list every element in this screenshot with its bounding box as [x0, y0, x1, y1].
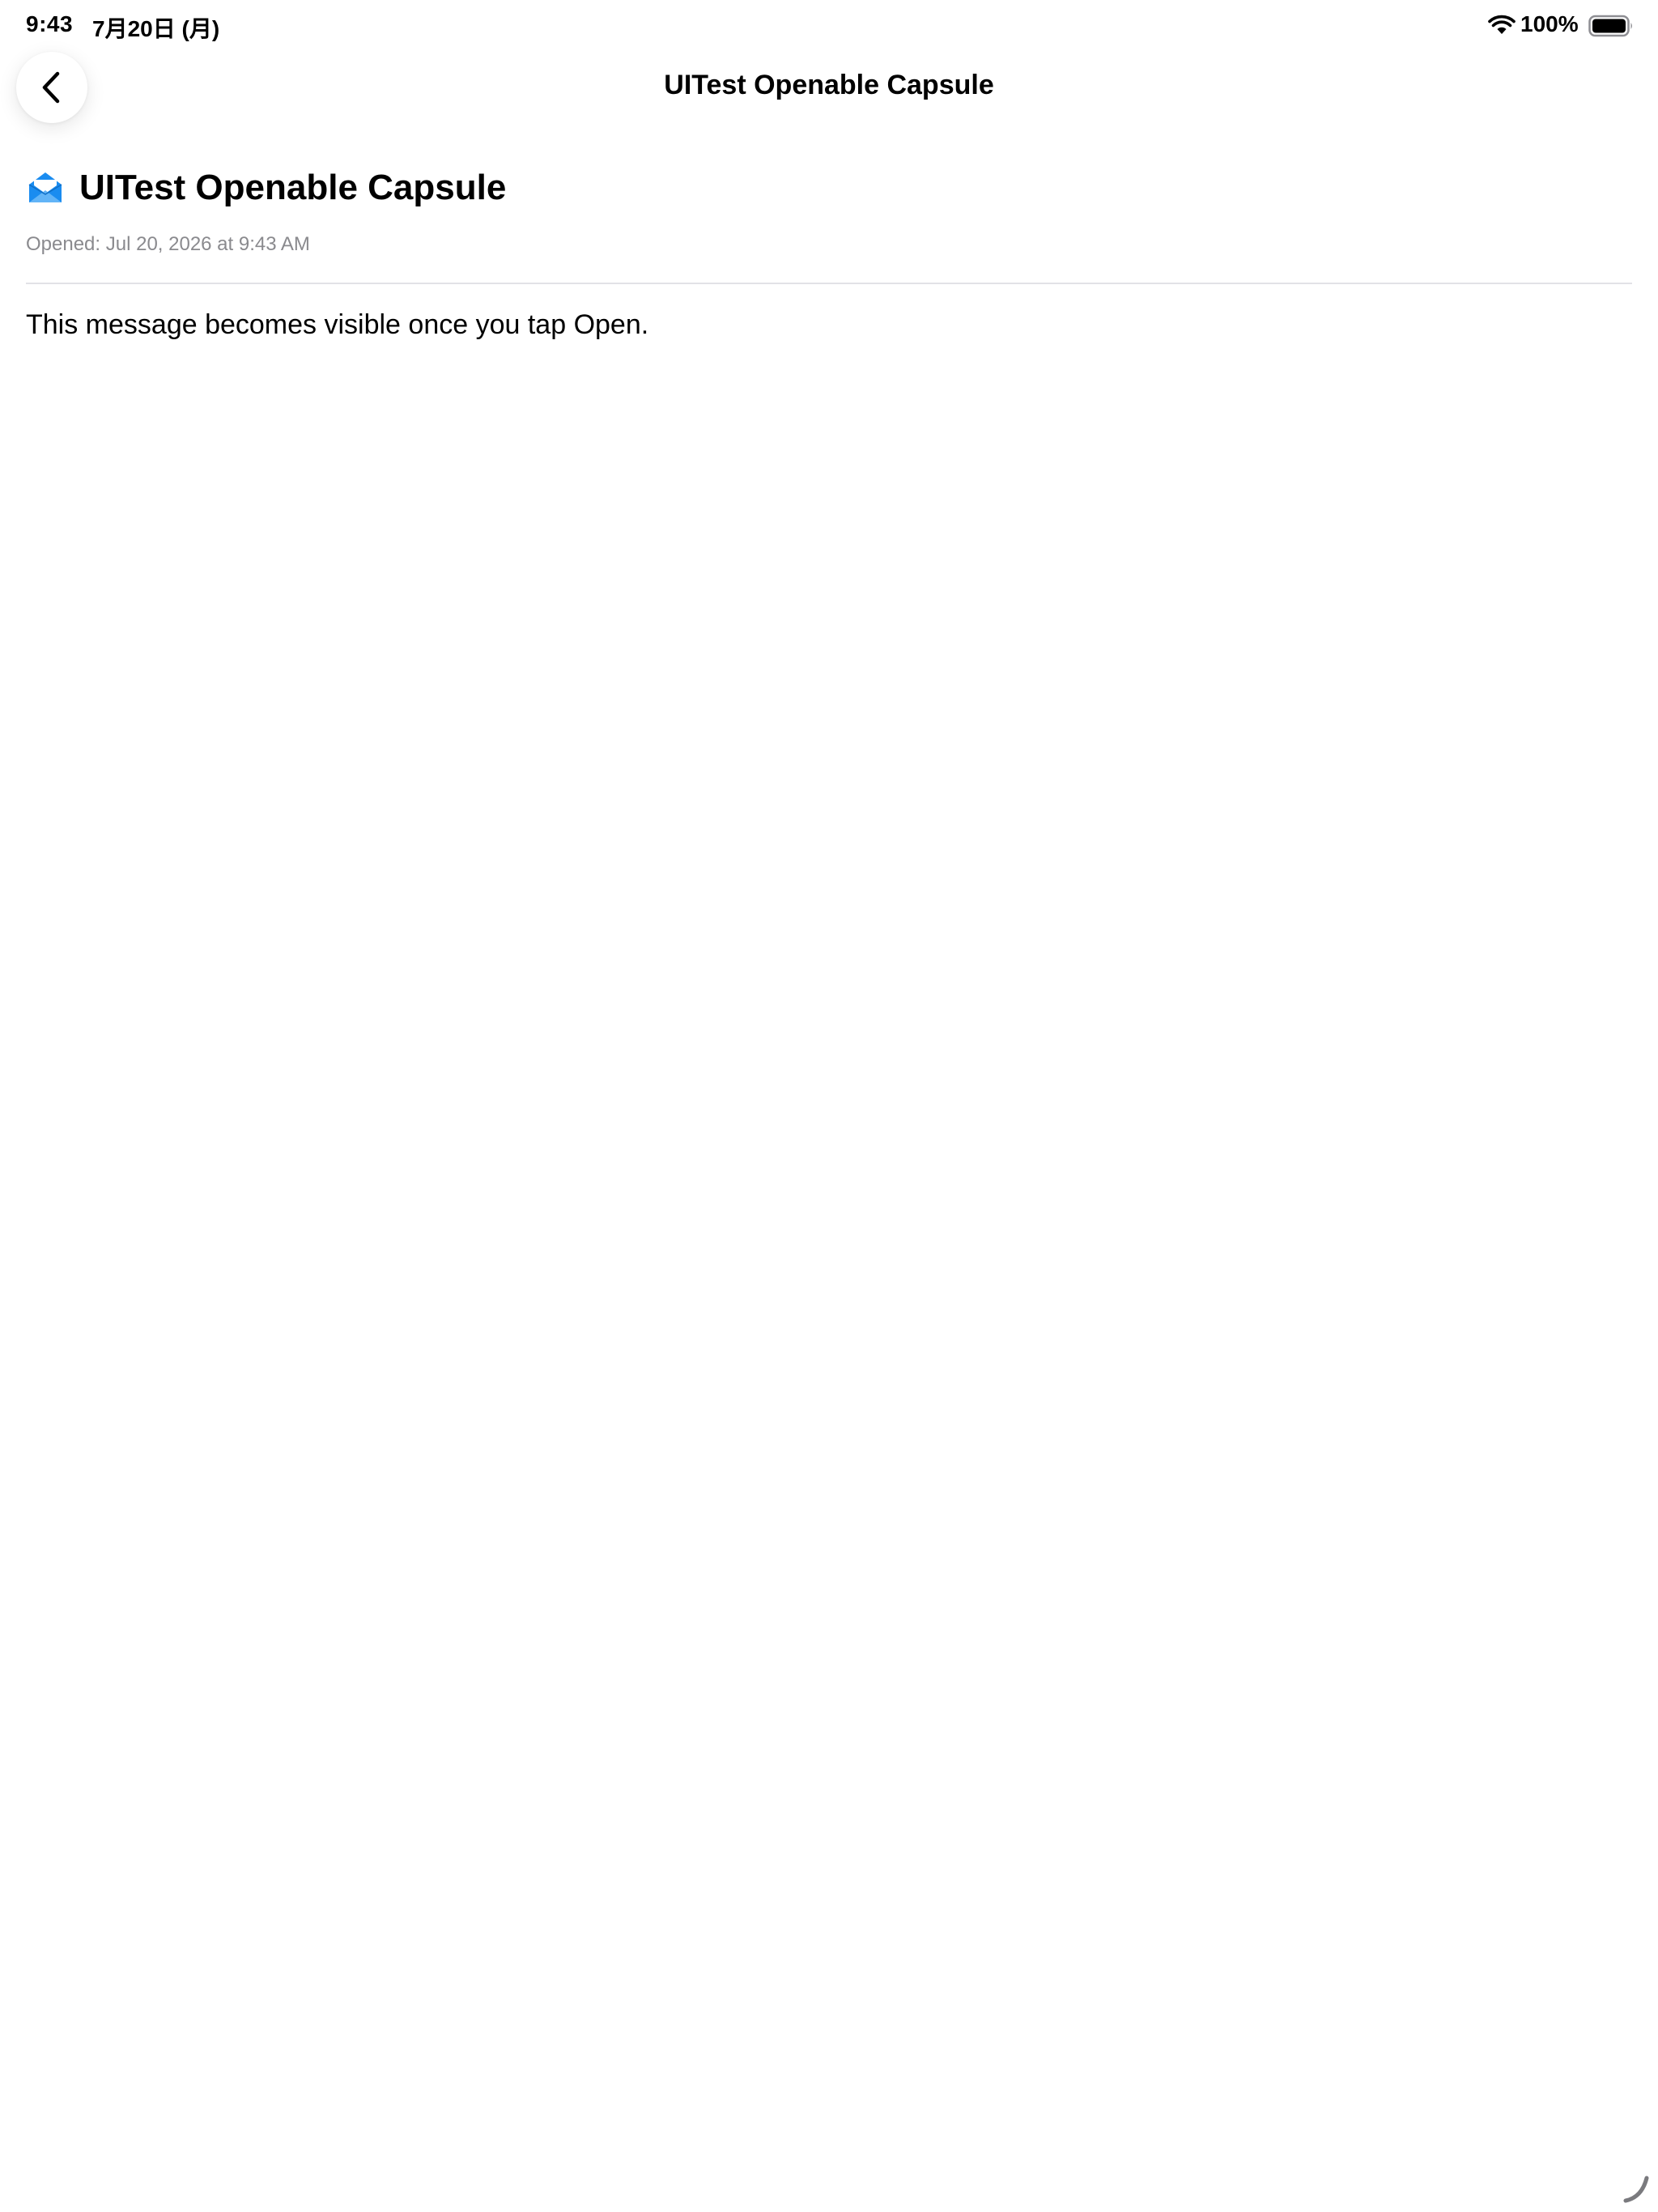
divider — [26, 283, 1632, 284]
status-date: 7月20日 (月) — [92, 16, 220, 41]
wifi-icon — [1488, 15, 1516, 34]
capsule-detail-screen: 9:43 7月20日 (月) 100% UITest Openable Caps… — [0, 0, 1658, 2212]
nav-title: UITest Openable Capsule — [664, 70, 994, 100]
scroll-indicator-icon — [1623, 2176, 1649, 2203]
capsule-message: This message becomes visible once you ta… — [26, 309, 649, 340]
opened-date: Opened: Jul 20, 2026 at 9:43 AM — [26, 233, 310, 255]
status-bar: 9:43 7月20日 (月) 100% — [0, 0, 1658, 52]
open-envelope-icon — [28, 172, 62, 202]
status-time: 9:43 — [26, 11, 74, 36]
battery-percent: 100% — [1520, 11, 1579, 36]
capsule-title: UITest Openable Capsule — [79, 168, 507, 207]
battery-icon — [1588, 15, 1632, 37]
capsule-header: UITest Openable Capsule — [26, 165, 506, 211]
